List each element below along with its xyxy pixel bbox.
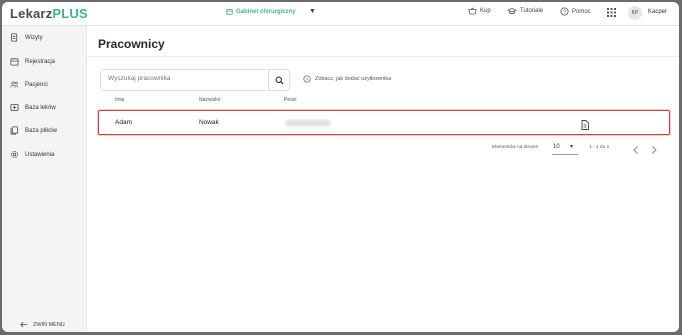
page-title: Pracownicy [98, 37, 165, 51]
svg-text:?: ? [306, 77, 309, 83]
sidebar-item-pacjenci[interactable]: Pacjenci [10, 80, 48, 89]
buy-button[interactable]: Kup [468, 7, 491, 15]
chevron-right-icon [652, 146, 657, 154]
per-page-select[interactable]: 10 ▼ [552, 142, 578, 155]
arrow-left-icon [20, 321, 28, 328]
document-icon[interactable] [581, 117, 589, 135]
pagination-range: 1 - 1 do 1 [589, 145, 610, 150]
last-name-cell: Nowak [199, 119, 219, 126]
sidebar: Wizyty Rejestracja Pacjenci Baza leków B… [2, 26, 87, 332]
calendar-icon [226, 8, 233, 15]
sidebar-item-rejestracja[interactable]: Rejestracja [10, 57, 55, 66]
add-user-help-link[interactable]: ? Zobacz, jak dodać użytkownika [303, 75, 391, 83]
table-row[interactable]: Adam Nowak [98, 110, 670, 135]
people-icon [10, 80, 19, 89]
search-box [100, 69, 290, 91]
help-button[interactable]: ? Pomoc [560, 7, 591, 16]
graduation-cap-icon [507, 7, 517, 14]
app-window: LekarzPLUS Gabinet chirurgiczny ▼ Kup Tu… [2, 2, 679, 332]
chevron-down-icon: ▼ [569, 144, 574, 150]
clipboard-icon [10, 33, 19, 42]
pesel-cell-redacted [285, 120, 331, 126]
main-content: Pracownicy ? Zobacz, jak dodać użytkowni… [87, 26, 679, 332]
plus-box-icon [10, 103, 19, 112]
per-page-label: Elementów na stronie [492, 145, 539, 150]
avatar[interactable]: KP [628, 6, 642, 20]
app-logo[interactable]: LekarzPLUS [10, 6, 88, 21]
column-header-pesel[interactable]: Pesel [284, 97, 297, 103]
question-circle-icon: ? [560, 7, 569, 16]
username-label[interactable]: Kacper [648, 9, 667, 15]
cart-icon [468, 7, 477, 15]
divider [87, 56, 679, 57]
apps-grid-icon[interactable] [607, 8, 616, 17]
sidebar-item-wizyty[interactable]: Wizyty [10, 33, 43, 42]
sidebar-item-baza-lekow[interactable]: Baza leków [10, 103, 56, 112]
collapse-menu-button[interactable]: ZWIŃ MENU [20, 321, 65, 328]
sidebar-item-ustawienia[interactable]: Ustawienia [10, 150, 54, 159]
search-input[interactable] [108, 75, 258, 82]
svg-text:?: ? [563, 10, 566, 16]
clinic-label: Gabinet chirurgiczny [236, 8, 296, 15]
files-icon [10, 126, 19, 135]
tutorials-button[interactable]: Tutoriale [507, 7, 543, 15]
search-button[interactable] [268, 70, 289, 90]
column-header-last-name[interactable]: Nazwisko [199, 97, 220, 103]
top-bar: LekarzPLUS Gabinet chirurgiczny ▼ Kup Tu… [2, 2, 679, 26]
clinic-selector[interactable]: Gabinet chirurgiczny [226, 8, 296, 15]
calendar-icon [10, 57, 19, 66]
chevron-down-icon[interactable]: ▼ [309, 8, 316, 15]
per-page-value: 10 [553, 144, 560, 150]
prev-page-button[interactable] [632, 142, 640, 160]
next-page-button[interactable] [650, 142, 658, 160]
first-name-cell: Adam [115, 119, 132, 126]
search-icon [275, 76, 284, 85]
gear-icon [10, 150, 19, 159]
sidebar-item-baza-plikow[interactable]: Baza plików [10, 126, 57, 135]
question-circle-icon: ? [303, 75, 311, 83]
chevron-left-icon [633, 146, 638, 154]
column-header-first-name[interactable]: Imię [115, 97, 124, 103]
